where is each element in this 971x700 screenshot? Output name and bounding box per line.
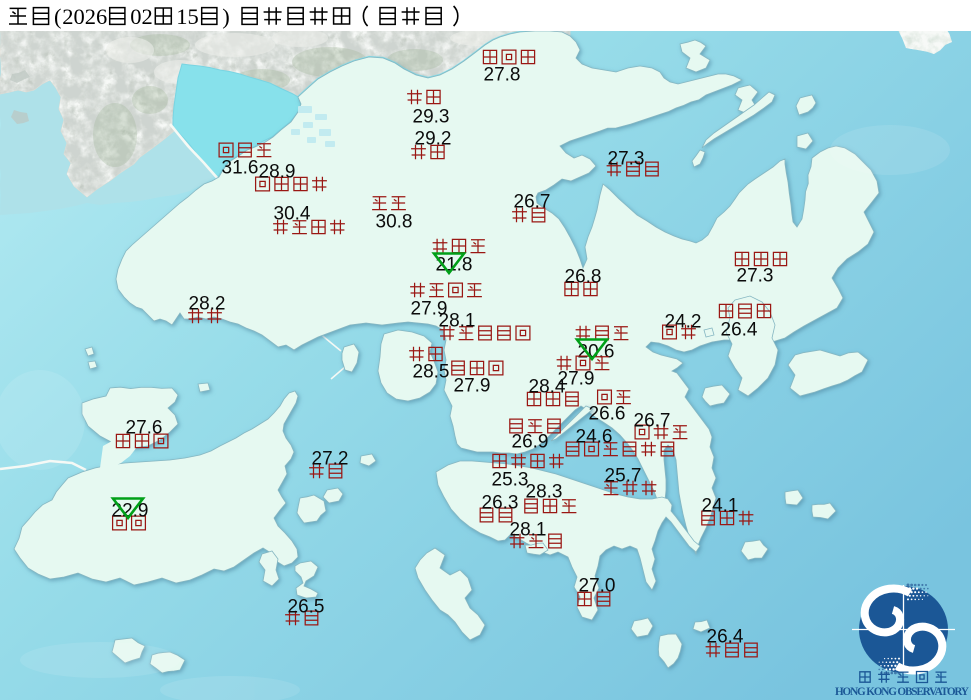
svg-text:24.2: 24.2 (665, 312, 702, 333)
svg-text:26.6: 26.6 (589, 404, 626, 425)
svg-text:26.4: 26.4 (721, 320, 758, 341)
svg-text:24.6: 24.6 (576, 427, 613, 448)
svg-text:31.6: 31.6 (222, 158, 259, 179)
svg-text:27.3: 27.3 (737, 266, 774, 287)
svg-text:27.0: 27.0 (579, 576, 616, 597)
svg-text:28.4: 28.4 (529, 377, 566, 398)
svg-text:28.2: 28.2 (189, 294, 226, 315)
svg-text:15: 15 (176, 4, 199, 29)
svg-text:30.8: 30.8 (376, 212, 413, 233)
svg-text:27.8: 27.8 (484, 65, 521, 86)
svg-text:HONG KONG OBSERVATORY: HONG KONG OBSERVATORY (835, 686, 969, 698)
svg-text:26.9: 26.9 (512, 432, 549, 453)
svg-text:02: 02 (130, 4, 153, 29)
svg-text:26.8: 26.8 (565, 267, 602, 288)
svg-text:29.3: 29.3 (413, 107, 450, 128)
svg-text:28.3: 28.3 (526, 482, 563, 503)
svg-text:26.5: 26.5 (288, 597, 325, 618)
svg-text:28.1: 28.1 (510, 520, 547, 541)
svg-text:24.1: 24.1 (702, 496, 739, 517)
svg-text:26.3: 26.3 (482, 493, 519, 514)
svg-text:2026: 2026 (62, 4, 107, 29)
svg-text:27.6: 27.6 (126, 418, 163, 439)
svg-text:26.7: 26.7 (634, 411, 671, 432)
svg-text:27.2: 27.2 (312, 449, 349, 470)
svg-text:28.9: 28.9 (259, 162, 296, 183)
svg-text:27.3: 27.3 (608, 149, 645, 170)
svg-text:30.4: 30.4 (274, 204, 311, 225)
svg-text:): ) (222, 4, 230, 29)
svg-text:26.4: 26.4 (707, 627, 744, 648)
svg-text:27.9: 27.9 (454, 376, 491, 397)
svg-text:25.3: 25.3 (492, 470, 529, 491)
svg-text:26.7: 26.7 (514, 192, 551, 213)
svg-text:28.5: 28.5 (413, 362, 450, 383)
svg-text:25.7: 25.7 (605, 466, 642, 487)
svg-text:29.2: 29.2 (415, 129, 452, 150)
svg-text:28.1: 28.1 (439, 311, 476, 332)
svg-text:(: ( (54, 4, 62, 29)
